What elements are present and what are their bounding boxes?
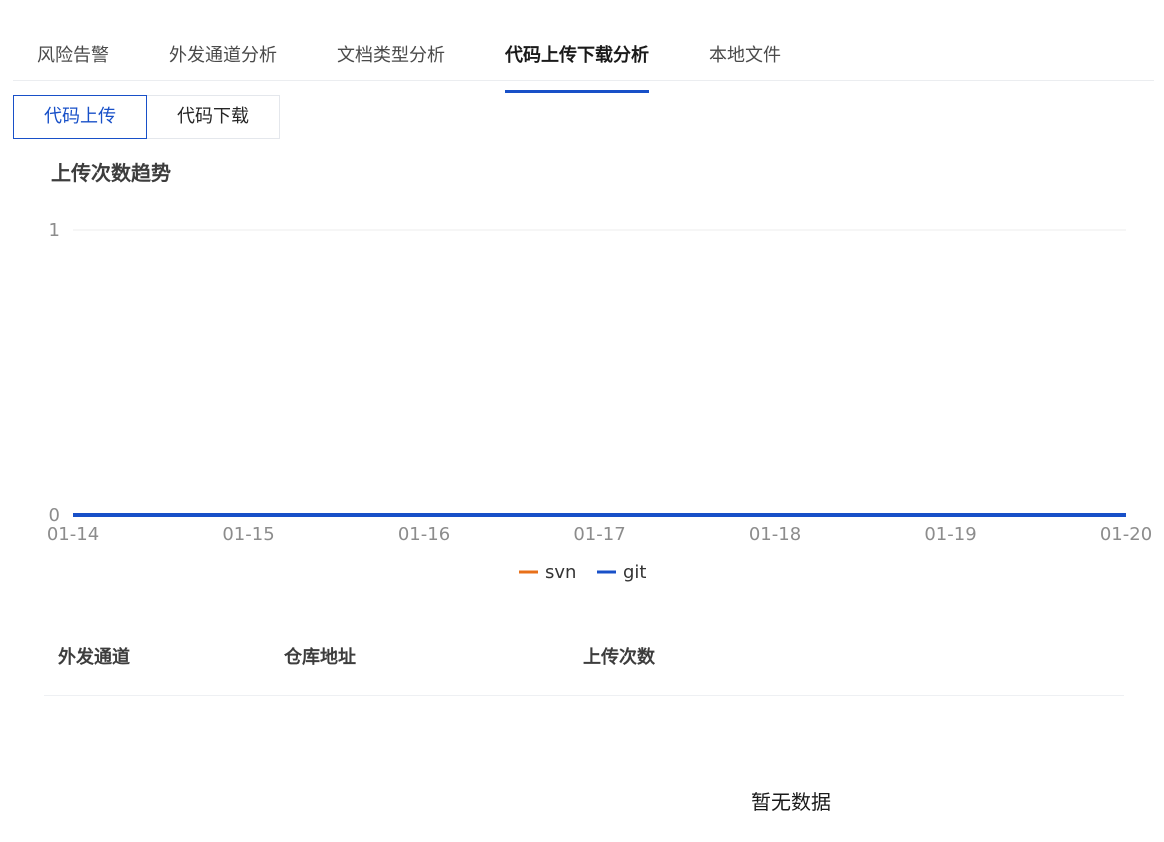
column-header-channel[interactable]: 外发通道 (58, 646, 130, 670)
empty-state-text: 暂无数据 (751, 790, 831, 814)
legend-label-git: git (623, 562, 646, 583)
tab-local-files[interactable]: 本地文件 (709, 44, 781, 68)
analysis-tabs: 风险告警 外发通道分析 文档类型分析 代码上传下载分析 本地文件 (13, 30, 1154, 93)
x-tick-label: 01-19 (924, 524, 976, 545)
code-upload-button[interactable]: 代码上传 (13, 95, 147, 139)
tab-outbound-channel-analysis[interactable]: 外发通道分析 (169, 44, 277, 68)
code-download-button[interactable]: 代码下载 (146, 95, 280, 139)
column-header-upload-count[interactable]: 上传次数 (583, 646, 655, 670)
x-tick-label: 01-20 (1100, 524, 1152, 545)
tab-label: 代码上传下载分析 (505, 45, 649, 66)
x-tick-label: 01-18 (749, 524, 801, 545)
x-tick-label: 01-16 (398, 524, 450, 545)
column-header-repo-address[interactable]: 仓库地址 (284, 646, 356, 670)
x-tick-label: 01-14 (47, 524, 99, 545)
table-header: 外发通道 仓库地址 上传次数 (44, 630, 1124, 696)
chart-title: 上传次数趋势 (51, 161, 171, 185)
upload-trend-chart: 0 1 01-14 01-15 01-16 01-17 01-18 01-19 01-20 svn… (47, 220, 1152, 583)
x-tick-label: 01-15 (222, 524, 274, 545)
y-tick-label: 1 (49, 220, 60, 241)
x-tick-label: 01-17 (573, 524, 625, 545)
tab-code-upload-download-analysis[interactable]: 代码上传下载分析 (505, 44, 649, 93)
tab-risk-alert[interactable]: 风险告警 (37, 44, 109, 68)
active-tab-indicator (505, 90, 649, 93)
tab-document-type-analysis[interactable]: 文档类型分析 (337, 44, 445, 68)
legend-label-svn: svn (545, 562, 576, 583)
y-tick-label: 0 (49, 505, 60, 526)
